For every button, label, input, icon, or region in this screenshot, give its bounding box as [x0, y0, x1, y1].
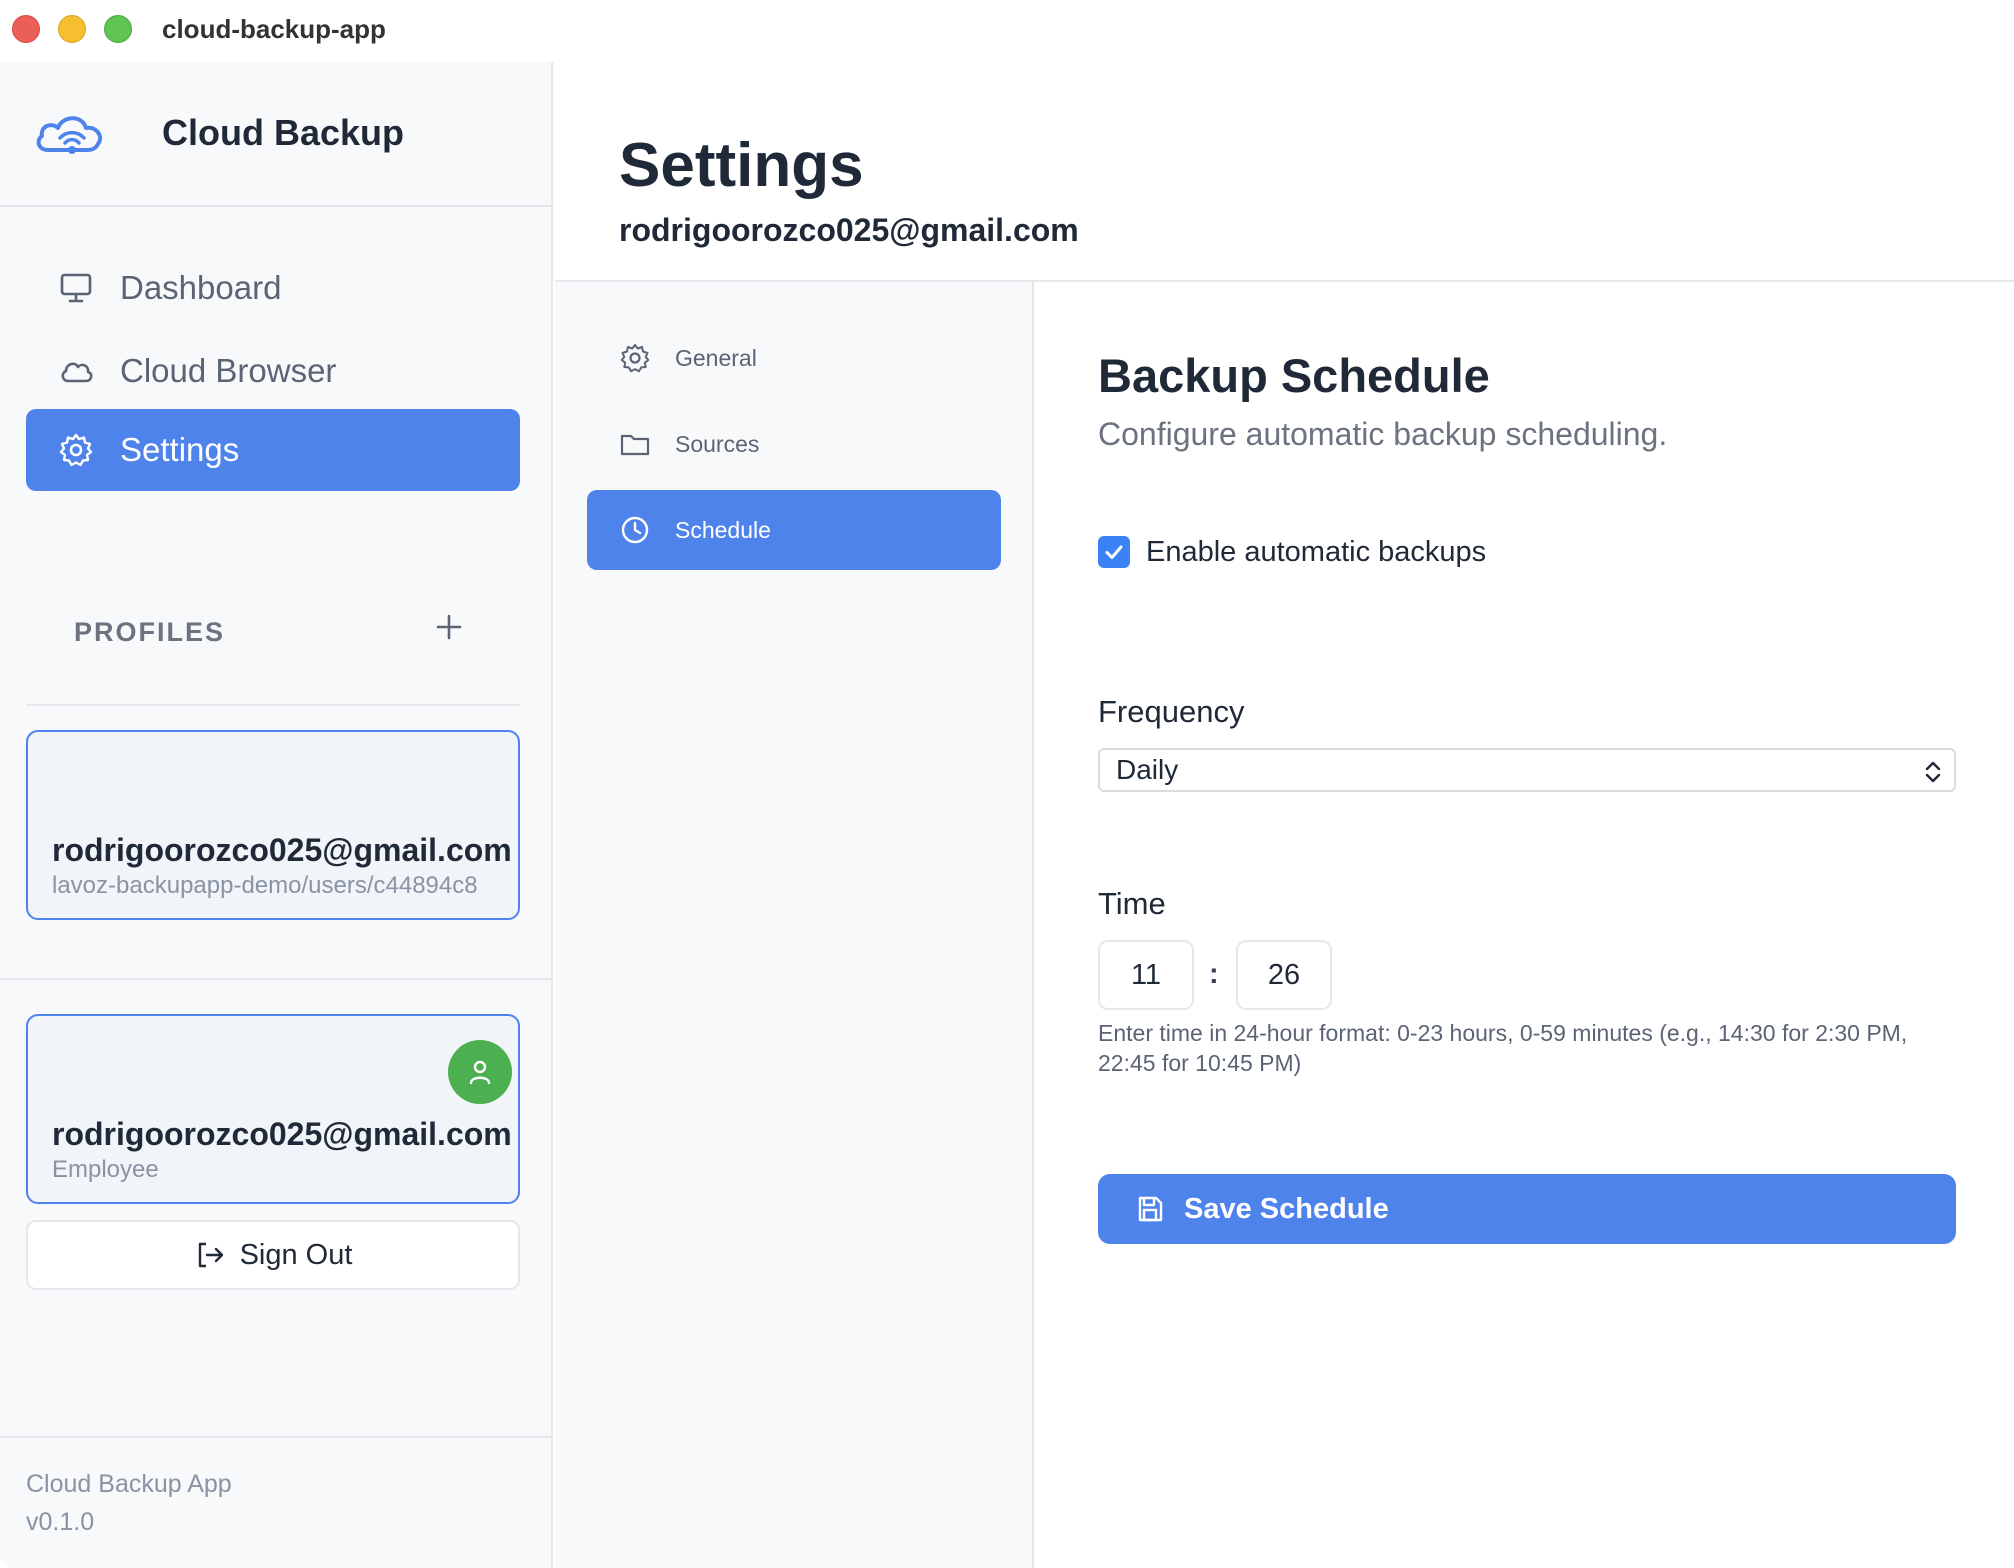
page-title: Settings — [619, 131, 864, 200]
divider — [0, 1436, 551, 1438]
nav-item-dashboard[interactable]: Dashboard — [26, 247, 520, 329]
brand-name: Cloud Backup — [162, 112, 405, 153]
section-title: Backup Schedule — [1098, 349, 1490, 402]
profile-path: lavoz-backupapp-demo/users/c44894c8 — [52, 872, 478, 899]
nav-item-label: Cloud Browser — [120, 352, 337, 389]
nav-item-settings[interactable]: Settings — [26, 409, 520, 491]
page-header: Settings rodrigoorozco025@gmail.com — [555, 62, 2014, 282]
tab-label: General — [675, 344, 757, 371]
footer-version: v0.1.0 — [26, 1508, 95, 1536]
nav-item-label: Settings — [120, 431, 240, 468]
app-window: cloud-backup-app Cloud Backup Dashboard — [0, 0, 2014, 1568]
title-bar: cloud-backup-app — [0, 0, 2014, 62]
tab-label: Sources — [675, 430, 760, 457]
tab-label: Schedule — [675, 516, 771, 543]
tab-schedule[interactable]: Schedule — [587, 490, 1001, 570]
time-format-hint: Enter time in 24-hour format: 0-23 hours… — [1098, 1020, 1908, 1076]
sign-out-icon — [198, 1242, 223, 1268]
footer-app-name: Cloud Backup App — [26, 1470, 232, 1498]
nav-item-cloud-browser[interactable]: Cloud Browser — [26, 330, 520, 412]
divider — [26, 704, 520, 706]
schedule-panel: Backup Schedule Configure automatic back… — [1034, 282, 2014, 1568]
frequency-select[interactable]: Daily — [1098, 748, 1956, 792]
sign-out-label: Sign Out — [239, 1238, 353, 1271]
enable-backups-label[interactable]: Enable automatic backups — [1146, 536, 1486, 569]
tab-sources[interactable]: Sources — [587, 404, 1001, 484]
user-icon — [469, 1060, 491, 1085]
monitor-icon — [60, 273, 92, 303]
clock-icon — [621, 516, 649, 544]
check-icon — [1105, 545, 1123, 559]
nav-item-label: Dashboard — [120, 269, 282, 306]
time-separator: : — [1209, 958, 1219, 990]
minimize-window-button[interactable] — [58, 15, 86, 43]
account-email: rodrigoorozco025@gmail.com — [52, 1116, 512, 1152]
divider — [0, 978, 551, 980]
sidebar: Cloud Backup Dashboard Cloud Browser Set… — [0, 62, 553, 1568]
save-icon — [1138, 1196, 1163, 1222]
settings-subnav: General Sources Schedule — [555, 282, 1034, 1568]
time-label: Time — [1098, 886, 1166, 921]
profile-card[interactable]: rodrigoorozco025@gmail.com lavoz-backupa… — [26, 730, 520, 920]
frequency-value: Daily — [1116, 754, 1179, 785]
account-role: Employee — [52, 1156, 159, 1183]
window-title: cloud-backup-app — [162, 14, 386, 44]
account-card[interactable]: rodrigoorozco025@gmail.com Employee — [26, 1014, 520, 1204]
save-schedule-label: Save Schedule — [1184, 1192, 1389, 1225]
minute-input[interactable]: 26 — [1236, 940, 1332, 1010]
folder-icon — [620, 434, 650, 456]
enable-backups-checkbox[interactable] — [1098, 536, 1130, 568]
tab-general[interactable]: General — [587, 318, 1001, 398]
page-subtitle: rodrigoorozco025@gmail.com — [619, 212, 1079, 248]
close-window-button[interactable] — [12, 15, 40, 43]
chevron-updown-icon — [1925, 761, 1941, 783]
frequency-label: Frequency — [1098, 694, 1245, 729]
cloud-wifi-icon — [36, 116, 103, 154]
hour-input[interactable]: 11 — [1098, 940, 1194, 1010]
avatar — [448, 1040, 512, 1104]
profile-email: rodrigoorozco025@gmail.com — [52, 832, 512, 868]
brand-header: Cloud Backup — [0, 62, 551, 207]
gear-icon — [59, 433, 93, 467]
profiles-heading: PROFILES — [74, 617, 226, 647]
section-description: Configure automatic backup scheduling. — [1098, 416, 1668, 452]
gear-icon — [620, 344, 650, 373]
zoom-window-button[interactable] — [104, 15, 132, 43]
cloud-icon — [61, 362, 93, 383]
sign-out-button[interactable]: Sign Out — [26, 1220, 520, 1290]
save-schedule-button[interactable]: Save Schedule — [1098, 1174, 1956, 1244]
plus-icon[interactable] — [432, 610, 466, 644]
